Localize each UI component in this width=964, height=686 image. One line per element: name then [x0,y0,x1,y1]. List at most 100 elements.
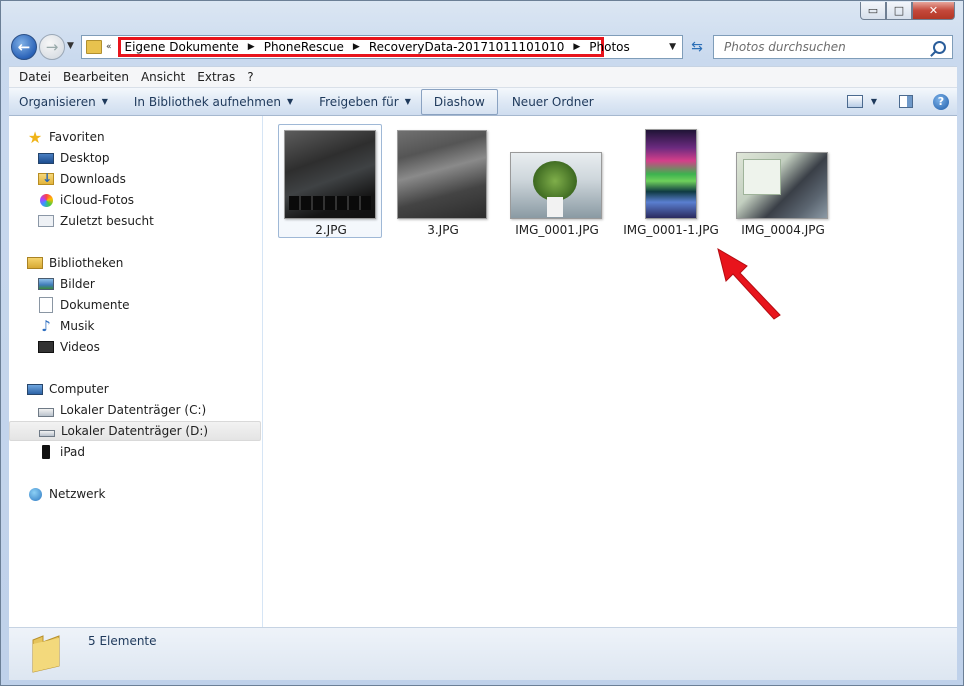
organize-label: Organisieren [19,94,96,109]
sidebar-network[interactable]: Netzwerk [27,484,105,504]
sidebar-item-music[interactable]: ♪ Musik [38,316,95,336]
file-name: IMG_0001.JPG [515,223,599,237]
network-icon [27,487,43,501]
sidebar-item-icloud-photos[interactable]: iCloud-Fotos [38,190,134,210]
image-thumbnail [284,130,376,219]
sidebar-item-pictures[interactable]: Bilder [38,274,95,294]
system-drive-icon [38,407,54,417]
file-name: 3.JPG [427,223,459,237]
menu-view[interactable]: Ansicht [135,70,191,84]
documents-icon [38,297,54,313]
back-button[interactable]: ← [11,34,37,60]
folder-icon [86,40,102,54]
sidebar-item-downloads[interactable]: Downloads [38,169,126,189]
close-button[interactable]: ✕ [912,2,955,20]
breadcrumb-overflow[interactable]: « [106,42,112,52]
breadcrumb-item[interactable]: PhoneRescue [264,40,344,54]
share-with-button[interactable]: Freigeben für ▼ [311,90,419,114]
chevron-down-icon: ▼ [404,97,411,106]
ipad-icon [42,445,50,459]
folder-icon [32,635,60,673]
search-box[interactable] [713,35,953,59]
image-thumbnail [736,152,828,219]
sidebar-item-label: iCloud-Fotos [60,193,135,207]
music-note-icon: ♪ [41,317,51,335]
sidebar-item-label: Bilder [60,277,95,291]
slideshow-button[interactable]: Diashow [420,88,498,115]
recent-pages-dropdown[interactable]: ▼ [67,41,74,51]
navigation-pane[interactable]: ★ Favoriten Desktop Downloads iCloud-Foto… [9,116,263,627]
sidebar-favorites[interactable]: ★ Favoriten [27,127,105,147]
file-list[interactable]: 2.JPG 3.JPG IMG_0001.JPG IMG_0001-1.JPG [263,116,957,627]
annotation-arrow-icon [717,247,781,320]
sidebar-item-label: Dokumente [60,298,130,312]
menu-edit[interactable]: Bearbeiten [57,70,135,84]
forward-button[interactable]: → [39,34,65,60]
sidebar-item-label: Zuletzt besucht [60,214,154,228]
sidebar-item-label: Lokaler Datenträger (C:) [60,403,207,417]
libraries-icon [27,257,43,269]
menu-tools[interactable]: Extras [191,70,241,84]
sidebar-item-ipad[interactable]: iPad [38,442,85,462]
file-item[interactable]: IMG_0001-1.JPG [615,124,725,238]
file-item[interactable]: 2.JPG [278,124,382,238]
command-bar: Organisieren ▼ In Bibliothek aufnehmen ▼ F… [9,88,957,116]
sidebar-item-videos[interactable]: Videos [38,337,100,357]
refresh-icon[interactable]: ⇆ [685,35,709,59]
image-thumbnail [645,129,697,219]
file-item[interactable]: IMG_0001.JPG [504,124,608,238]
computer-icon [27,383,43,395]
sidebar-item-label: Videos [60,340,100,354]
sidebar-item-label: Musik [60,319,95,333]
sidebar-item-drive-c[interactable]: Lokaler Datenträger (C:) [38,400,206,420]
sidebar-item-drive-d[interactable]: Lokaler Datenträger (D:) [9,421,261,441]
address-dropdown-icon[interactable]: ▼ [669,42,676,52]
image-thumbnail [510,152,602,219]
breadcrumb-item[interactable]: RecoveryData-20171011101010 [369,40,565,54]
toolbar-right: ▼ ? [846,93,949,110]
view-options-chevron-icon[interactable]: ▼ [871,97,877,106]
icloud-photos-icon [38,193,54,207]
sidebar-header-label: Computer [49,382,109,396]
hard-drive-icon [39,430,55,437]
file-item[interactable]: 3.JPG [390,124,494,238]
search-input[interactable] [722,39,926,55]
sidebar-header-label: Bibliotheken [49,256,124,270]
image-thumbnail [397,130,487,219]
include-in-library-button[interactable]: In Bibliothek aufnehmen ▼ [126,90,301,114]
maximize-button[interactable]: □ [886,2,912,20]
menu-help[interactable]: ? [241,70,259,84]
new-folder-label: Neuer Ordner [511,94,594,109]
caption-buttons: ▭ □ ✕ [860,2,955,20]
menu-file[interactable]: Datei [13,70,57,84]
address-bar[interactable]: « Eigene Dokumente ▶ PhoneRescue ▶ Recov… [81,35,683,59]
close-icon: ✕ [928,4,939,17]
help-icon[interactable]: ? [933,93,949,110]
minimize-button[interactable]: ▭ [860,2,886,20]
sidebar-item-label: Downloads [60,172,126,186]
breadcrumb-item[interactable]: Eigene Dokumente [125,40,239,54]
breadcrumb-item-current[interactable]: Photos [589,40,629,54]
breadcrumb-chevron-icon[interactable]: ▶ [353,42,360,52]
file-name: IMG_0001-1.JPG [623,223,719,237]
star-icon: ★ [27,127,43,147]
preview-pane-icon[interactable] [899,95,913,108]
new-folder-button[interactable]: Neuer Ordner [504,90,602,114]
file-item[interactable]: IMG_0004.JPG [730,124,834,238]
breadcrumb-chevron-icon[interactable]: ▶ [573,42,580,52]
breadcrumb-chevron-icon[interactable]: ▶ [248,42,255,52]
maximize-icon: □ [893,4,905,17]
sidebar-libraries[interactable]: Bibliotheken [27,253,123,273]
menu-bar: Datei Bearbeiten Ansicht Extras ? [9,66,957,88]
sidebar-item-recent-places[interactable]: Zuletzt besucht [38,211,154,231]
change-view-icon[interactable] [846,95,863,108]
item-count: 5 Elemente [88,634,157,648]
recent-places-icon [38,215,54,227]
search-icon[interactable] [933,40,946,54]
sidebar-item-label: Lokaler Datenträger (D:) [61,424,209,438]
sidebar-computer[interactable]: Computer [27,379,109,399]
sidebar-item-desktop[interactable]: Desktop [38,148,110,168]
organize-button[interactable]: Organisieren ▼ [11,90,116,114]
sidebar-item-documents[interactable]: Dokumente [38,295,130,315]
details-pane: 5 Elemente [9,628,957,680]
